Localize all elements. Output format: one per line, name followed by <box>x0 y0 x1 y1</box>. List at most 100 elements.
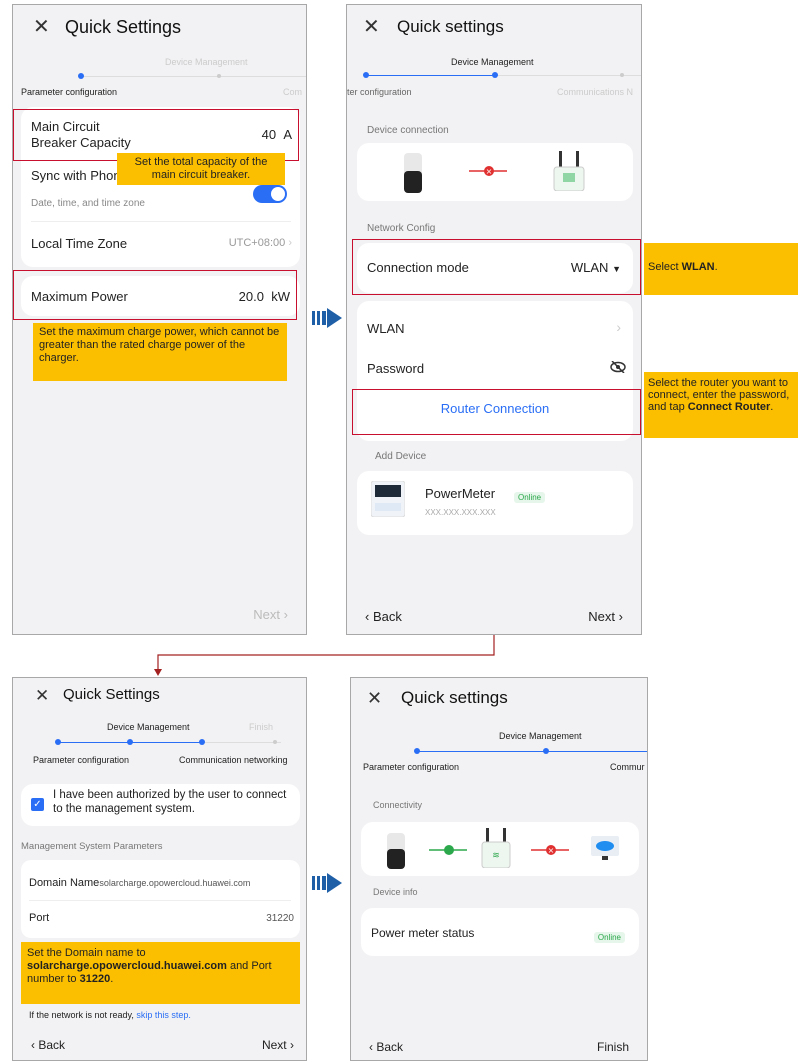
skip-step-link[interactable]: skip this step. <box>136 1010 191 1020</box>
divider <box>29 900 291 901</box>
close-icon[interactable]: ✕ <box>367 688 382 708</box>
step-dot-active <box>78 73 84 79</box>
step-line-active <box>365 75 493 76</box>
step-label-communication: Com <box>283 87 303 97</box>
chevron-left-icon: ‹ <box>31 1038 35 1052</box>
step-label-communication-networking: Communication networking <box>179 755 288 765</box>
device-status: Online <box>514 492 546 503</box>
step-line <box>81 76 306 77</box>
right-arrow-icon <box>312 308 342 328</box>
flow-connector <box>154 635 495 676</box>
sync-toggle[interactable] <box>253 185 287 203</box>
port-label: Port <box>29 912 50 924</box>
screen-connectivity: ✕ Quick settings Device Management Param… <box>350 677 648 1061</box>
divider <box>31 221 291 222</box>
step-dot-active <box>199 739 205 745</box>
meter-status-value: Online <box>593 932 625 943</box>
port-value[interactable]: 31220 <box>266 913 294 924</box>
next-button[interactable]: Next › <box>262 1038 294 1052</box>
step-dot <box>217 74 221 78</box>
cloud-icon <box>591 836 619 860</box>
domain-value: solarcharge.opowercloud.huawei.com <box>99 878 251 888</box>
timezone-value[interactable]: UTC+08:00 › <box>229 237 292 249</box>
step-line-active <box>417 751 647 752</box>
svg-text:×: × <box>486 167 493 176</box>
timezone-label: Local Time Zone <box>31 236 128 251</box>
section-network-config: Network Config <box>367 223 436 234</box>
network-note: If the network is not ready, skip this s… <box>29 1010 191 1020</box>
charger-icon <box>387 833 405 869</box>
connection-mode-select[interactable]: WLAN ▼ <box>571 260 621 275</box>
router-icon: ≋ <box>481 828 511 868</box>
section-device-info: Device info <box>373 887 418 897</box>
domain-label: Domain Name <box>29 877 100 889</box>
disconnected-icon: × <box>531 845 569 855</box>
tip-domain-port: Set the Domain name to solarcharge.opowe… <box>21 942 300 1004</box>
eye-off-icon[interactable] <box>610 361 626 373</box>
maxpower-value[interactable]: 20.0 kW <box>239 289 290 304</box>
charger-icon <box>404 153 422 193</box>
tip-domain-value: solarcharge.opowercloud.huawei.com <box>27 960 227 972</box>
connection-mode-value: WLAN <box>570 260 609 275</box>
tip-port-value: 31220 <box>79 973 111 985</box>
tip-maxpower: Set the maximum charge power, which cann… <box>33 323 287 381</box>
section-device-connection: Device connection <box>367 125 449 136</box>
step-dot <box>273 740 277 744</box>
timezone-value-text: UTC+08:00 <box>228 237 286 249</box>
next-button[interactable]: Next › <box>588 609 623 624</box>
step-dot-active <box>492 72 498 78</box>
maxpower-label: Maximum Power <box>31 289 128 304</box>
caret-down-icon: ▼ <box>612 264 621 274</box>
power-meter-icon <box>371 481 405 517</box>
device-name: PowerMeter <box>425 486 496 501</box>
chevron-left-icon: ‹ <box>365 609 370 624</box>
tip-domain-pre: Set the Domain name to <box>27 947 146 959</box>
screen-communication-networking: ✕ Quick Settings Device Management Finis… <box>12 677 307 1061</box>
sync-label: Sync with Phone <box>31 168 128 183</box>
meter-status-label: Power meter status <box>371 926 475 940</box>
back-button[interactable]: ‹ Back <box>369 1040 403 1054</box>
connection-mode-label: Connection mode <box>367 260 469 275</box>
svg-text:×: × <box>548 846 555 855</box>
chevron-left-icon: ‹ <box>369 1040 373 1054</box>
domain-row[interactable]: Domain Namesolarcharge.opowercloud.huawe… <box>29 877 250 889</box>
step-label-parameter-configuration: Parameter configuration <box>363 762 460 772</box>
password-label: Password <box>367 361 425 376</box>
step-label-device-management: Device Management <box>165 57 248 67</box>
screen-parameter-configuration: ✕ Quick Settings Device Management Param… <box>12 4 307 635</box>
tip-mccb: Set the total capacity of the main circu… <box>117 153 285 185</box>
step-dot-done <box>363 72 369 78</box>
authorization-checkbox[interactable]: ✓ <box>31 798 44 811</box>
section-connectivity: Connectivity <box>373 800 423 810</box>
back-button[interactable]: ‹ Back <box>365 609 402 624</box>
next-button[interactable]: Next › <box>253 607 288 622</box>
close-icon[interactable]: ✕ <box>35 686 49 706</box>
tip-wlan-bold: WLAN <box>681 261 715 273</box>
chevron-right-icon: › <box>618 609 623 624</box>
sync-sublabel: Date, time, and time zone <box>31 198 145 209</box>
maxpower-value-number: 20.0 <box>238 289 264 304</box>
wlan-label: WLAN <box>367 321 405 336</box>
step-label-parameter-configuration: ter configuration <box>347 87 412 97</box>
svg-text:≋: ≋ <box>492 851 500 861</box>
close-icon[interactable]: ✕ <box>33 17 50 37</box>
next-label: Next <box>261 1038 287 1052</box>
finish-button[interactable]: Finish <box>597 1040 629 1054</box>
section-add-device: Add Device <box>375 451 427 462</box>
chevron-right-icon[interactable]: › <box>616 319 621 335</box>
step-dot-active <box>543 748 549 754</box>
meter-icon <box>553 151 585 191</box>
network-note-text: If the network is not ready, <box>29 1010 137 1020</box>
close-icon[interactable]: ✕ <box>363 17 380 37</box>
device-address: XXX.XXX.XXX.XXX <box>425 508 496 517</box>
back-button[interactable]: ‹ Back <box>31 1038 65 1052</box>
router-connection-button[interactable]: Router Connection <box>357 401 633 416</box>
step-label-parameter-configuration: Parameter configuration <box>33 755 130 765</box>
authorization-text: I have been authorized by the user to co… <box>53 789 287 815</box>
step-dot-done <box>414 748 420 754</box>
chevron-right-icon: › <box>283 607 288 622</box>
tip-router-post: . <box>770 401 774 413</box>
step-label-communication: Commur <box>610 762 645 772</box>
chevron-right-icon: › <box>290 1038 294 1052</box>
params-card <box>21 860 300 938</box>
